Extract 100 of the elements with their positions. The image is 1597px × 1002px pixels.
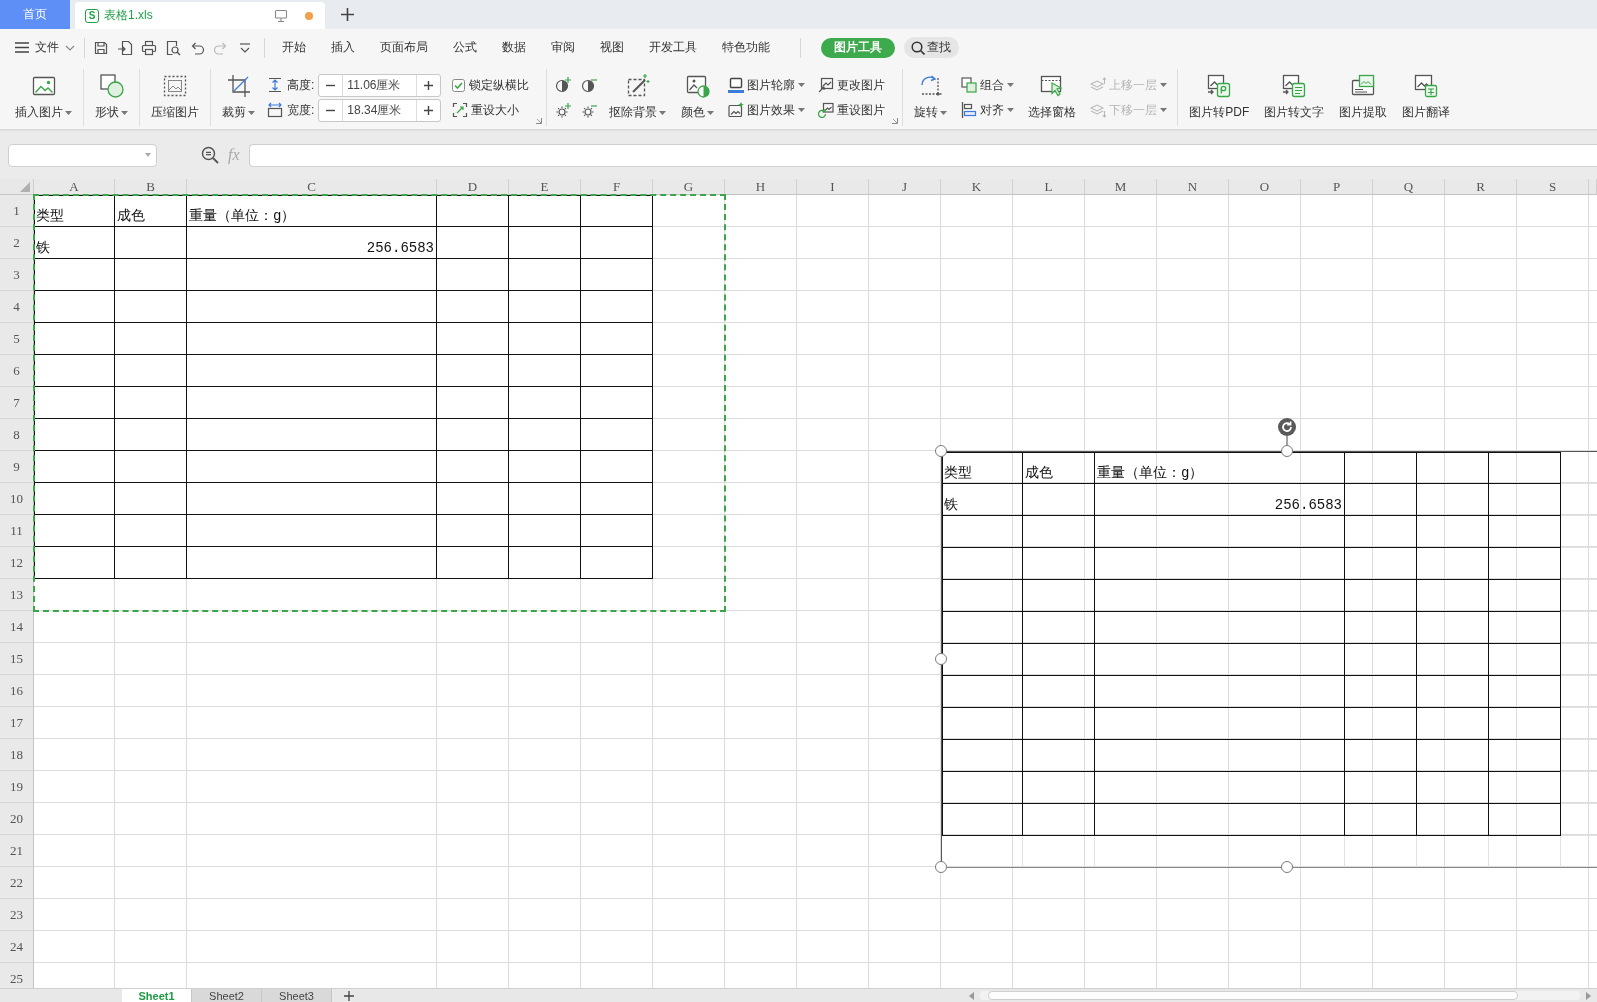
column-header[interactable]: D xyxy=(437,179,509,195)
ribbon-button[interactable]: 图片轮廓 xyxy=(726,74,808,96)
sheet-tab[interactable]: Sheet1 xyxy=(122,989,192,1002)
table-picture[interactable]: 类型 成色 重量（单位：g） 铁 256.6583 xyxy=(941,451,1597,868)
ribbon-button[interactable]: 组合 xyxy=(959,74,1017,96)
menu-tab[interactable]: 特色功能 xyxy=(709,35,782,60)
magnifier-icon[interactable] xyxy=(201,146,219,164)
column-header[interactable]: Q xyxy=(1373,179,1445,195)
document-arrow-icon[interactable] xyxy=(117,39,133,56)
row-header[interactable]: 24 xyxy=(0,931,34,963)
plus-icon[interactable] xyxy=(424,80,434,90)
row-header[interactable]: 25 xyxy=(0,963,34,988)
size-input[interactable]: 11.06厘米 xyxy=(342,74,418,96)
column-header[interactable]: P xyxy=(1301,179,1373,195)
printer-icon[interactable] xyxy=(141,39,157,56)
column-header[interactable]: R xyxy=(1445,179,1517,195)
row-header[interactable]: 12 xyxy=(0,547,34,579)
menu-tab[interactable]: 页面布局 xyxy=(367,35,440,60)
row-header[interactable]: 13 xyxy=(0,579,34,611)
column-header[interactable]: C xyxy=(187,179,437,195)
row-header[interactable]: 18 xyxy=(0,739,34,771)
column-header[interactable]: H xyxy=(725,179,797,195)
row-header[interactable]: 5 xyxy=(0,323,34,355)
sheet-tab[interactable]: Sheet3 xyxy=(262,989,332,1002)
formula-input[interactable] xyxy=(248,143,1597,167)
row-header[interactable]: 7 xyxy=(0,387,34,419)
menu-tab[interactable]: 开发工具 xyxy=(636,35,709,60)
search-button[interactable]: 查找 xyxy=(904,37,959,58)
menu-tab[interactable]: 公式 xyxy=(440,35,489,60)
row-header[interactable]: 4 xyxy=(0,291,34,323)
menu-tab[interactable]: 插入 xyxy=(318,35,367,60)
ribbon-button[interactable]: 压缩图片 xyxy=(148,72,202,123)
ribbon-button[interactable]: 更改图片 xyxy=(816,74,888,96)
ribbon-button[interactable]: 旋转 xyxy=(911,72,951,123)
print-preview-icon[interactable] xyxy=(165,39,181,56)
column-header[interactable]: E xyxy=(509,179,581,195)
column-header[interactable]: K xyxy=(941,179,1013,195)
checkbox-option[interactable]: 锁定纵横比 xyxy=(450,74,532,96)
ribbon-button[interactable]: 抠除背景 xyxy=(606,72,670,123)
menu-tab[interactable]: 开始 xyxy=(269,35,318,60)
column-header[interactable]: F xyxy=(581,179,653,195)
row-header[interactable]: 15 xyxy=(0,643,34,675)
row-header[interactable]: 17 xyxy=(0,707,34,739)
column-header[interactable]: J xyxy=(869,179,941,195)
ribbon-button[interactable]: 裁剪 xyxy=(219,72,258,123)
row-header[interactable]: 9 xyxy=(0,451,34,483)
ribbon-button[interactable]: 图片转PDF xyxy=(1186,72,1253,123)
save-icon[interactable] xyxy=(93,39,109,56)
document-tab[interactable]: S 表格1.xls xyxy=(75,2,325,29)
monitor-icon[interactable] xyxy=(274,9,288,22)
row-header[interactable]: 6 xyxy=(0,355,34,387)
ribbon-button[interactable]: 图片翻译 xyxy=(1399,72,1454,123)
column-header[interactable]: N xyxy=(1157,179,1229,195)
row-header[interactable]: 19 xyxy=(0,771,34,803)
checkbox[interactable] xyxy=(452,78,466,92)
ribbon-button[interactable]: 图片效果 xyxy=(726,99,808,121)
ribbon-button[interactable]: 选择窗格 xyxy=(1025,72,1080,123)
menu-tab[interactable]: 视图 xyxy=(587,35,636,60)
ribbon-button[interactable]: 形状 xyxy=(92,72,131,123)
row-header[interactable]: 2 xyxy=(0,227,34,259)
menu-tab[interactable]: 数据 xyxy=(489,35,538,60)
sun-plus-icon[interactable] xyxy=(555,102,572,119)
row-header[interactable]: 22 xyxy=(0,867,34,899)
row-header[interactable]: 10 xyxy=(0,483,34,515)
column-header[interactable]: B xyxy=(115,179,187,195)
rotate-handle[interactable] xyxy=(1276,418,1297,445)
contrast-minus-icon[interactable] xyxy=(581,76,598,93)
column-header[interactable]: O xyxy=(1229,179,1301,195)
row-header[interactable]: 21 xyxy=(0,835,34,867)
launcher-icon[interactable] xyxy=(892,118,899,124)
file-menu-button[interactable]: 文件 xyxy=(13,35,77,60)
column-header[interactable]: G xyxy=(653,179,725,195)
row-header[interactable]: 20 xyxy=(0,803,34,835)
row-header[interactable]: 23 xyxy=(0,899,34,931)
plus-icon[interactable] xyxy=(344,990,354,1001)
contrast-plus-icon[interactable] xyxy=(555,76,572,93)
ribbon-button[interactable]: 图片转文字 xyxy=(1261,72,1328,123)
menu-tab[interactable]: 审阅 xyxy=(538,35,587,60)
plus-icon[interactable] xyxy=(341,8,354,21)
column-header[interactable]: A xyxy=(34,179,115,195)
row-header[interactable]: 16 xyxy=(0,675,34,707)
ribbon-button[interactable]: 重设图片 xyxy=(816,99,888,121)
row-header[interactable]: 8 xyxy=(0,419,34,451)
column-header[interactable]: I xyxy=(797,179,869,195)
ribbon-button[interactable]: 对齐 xyxy=(959,99,1017,121)
row-header[interactable]: 3 xyxy=(0,259,34,291)
ribbon-button[interactable]: 图片提取 xyxy=(1336,72,1391,123)
sheet-tab[interactable]: Sheet2 xyxy=(192,989,262,1002)
launcher-icon[interactable] xyxy=(536,118,543,124)
ribbon-button[interactable]: 插入图片 xyxy=(12,72,75,123)
size-input[interactable]: 18.34厘米 xyxy=(342,99,418,121)
row-header[interactable]: 1 xyxy=(0,195,34,227)
column-header[interactable]: M xyxy=(1085,179,1157,195)
row-header[interactable]: 11 xyxy=(0,515,34,547)
row-header[interactable]: 14 xyxy=(0,611,34,643)
column-header[interactable]: L xyxy=(1013,179,1085,195)
ribbon-button[interactable]: 颜色 xyxy=(678,72,718,123)
ribbon-button[interactable]: 重设大小 xyxy=(450,99,532,121)
size-spinner[interactable]: 11.06厘米 xyxy=(318,73,442,97)
size-spinner[interactable]: 18.34厘米 xyxy=(318,98,442,122)
